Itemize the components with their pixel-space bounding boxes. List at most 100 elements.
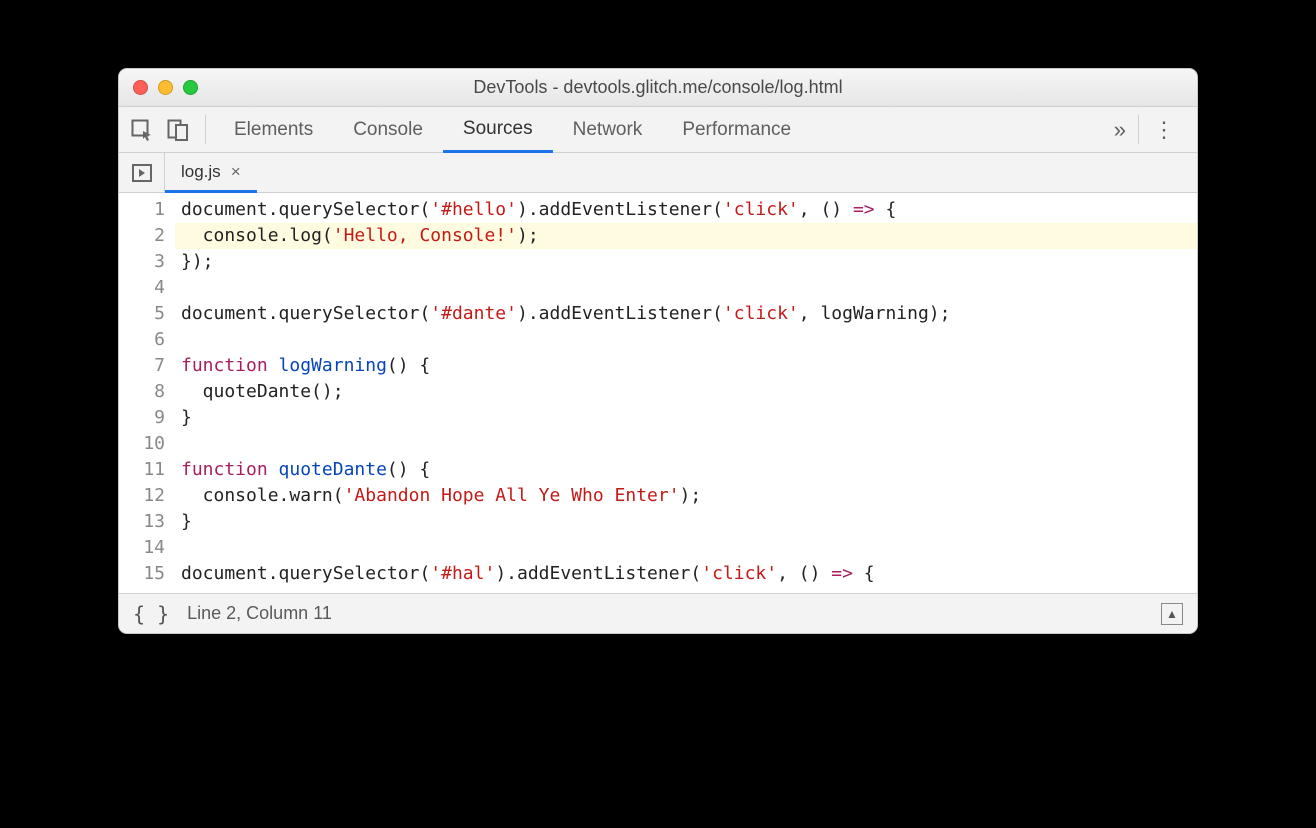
code-token: . — [268, 199, 279, 220]
toggle-drawer-button[interactable]: ▲ — [1161, 603, 1183, 625]
code-line[interactable]: function quoteDante() { — [175, 457, 1197, 483]
code-token: , () — [799, 199, 853, 220]
code-line[interactable]: quoteDante(); — [175, 379, 1197, 405]
code-line[interactable]: document.querySelector('#hal').addEventL… — [175, 561, 1197, 587]
code-token: 'Abandon Hope All Ye Who Enter' — [344, 485, 680, 506]
window-title: DevTools - devtools.glitch.me/console/lo… — [119, 77, 1197, 98]
line-number[interactable]: 6 — [119, 327, 165, 353]
file-tab-label: log.js — [181, 162, 221, 182]
line-number[interactable]: 14 — [119, 535, 165, 561]
code-line[interactable]: } — [175, 405, 1197, 431]
code-token: document — [181, 303, 268, 324]
line-number[interactable]: 8 — [119, 379, 165, 405]
panel-tab-elements[interactable]: Elements — [214, 107, 333, 152]
code-line[interactable]: console.log('Hello, Console!'); — [175, 223, 1197, 249]
navigator-pane-icon — [132, 164, 152, 182]
code-token: '#hello' — [430, 199, 517, 220]
panel-tab-console[interactable]: Console — [333, 107, 443, 152]
code-token: '#dante' — [430, 303, 517, 324]
code-token: ( — [419, 199, 430, 220]
inspect-element-icon[interactable] — [131, 119, 153, 141]
code-token: function — [181, 355, 279, 376]
code-line[interactable]: function logWarning() { — [175, 353, 1197, 379]
line-number[interactable]: 12 — [119, 483, 165, 509]
tab-label: Performance — [682, 119, 791, 141]
code-token: ). — [495, 563, 517, 584]
code-token: => — [853, 199, 875, 220]
code-token: . — [279, 225, 290, 246]
code-token: ( — [419, 303, 430, 324]
panel-tab-performance[interactable]: Performance — [662, 107, 811, 152]
zoom-window-button[interactable] — [183, 80, 198, 95]
file-tab[interactable]: log.js × — [165, 153, 257, 193]
tab-label: Console — [353, 119, 423, 141]
code-token: , logWarning); — [799, 303, 951, 324]
code-content[interactable]: document.querySelector('#hello').addEven… — [175, 193, 1197, 593]
code-token: { — [875, 199, 897, 220]
sources-file-tabs: log.js × — [119, 153, 1197, 193]
close-window-button[interactable] — [133, 80, 148, 95]
line-number[interactable]: 3 — [119, 249, 165, 275]
devtools-toolbar: Elements Console Sources Network Performance… — [119, 107, 1197, 153]
line-number[interactable]: 11 — [119, 457, 165, 483]
pretty-print-button[interactable]: { } — [133, 602, 169, 626]
titlebar[interactable]: DevTools - devtools.glitch.me/console/lo… — [119, 69, 1197, 107]
code-token: ); — [517, 225, 539, 246]
line-number[interactable]: 4 — [119, 275, 165, 301]
line-number[interactable]: 10 — [119, 431, 165, 457]
code-token: } — [181, 511, 192, 532]
code-token: console — [181, 225, 279, 246]
device-toolbar-icon[interactable] — [167, 119, 189, 141]
cursor-position: Line 2, Column 11 — [187, 603, 332, 624]
panel-tabs: Elements Console Sources Network Performance — [206, 107, 1102, 152]
line-number[interactable]: 9 — [119, 405, 165, 431]
devtools-window: DevTools - devtools.glitch.me/console/lo… — [118, 68, 1198, 634]
code-token: 'click' — [701, 563, 777, 584]
code-line[interactable]: document.querySelector('#dante').addEven… — [175, 301, 1197, 327]
code-token: . — [279, 485, 290, 506]
code-editor[interactable]: 123456789101112131415 document.querySele… — [119, 193, 1197, 593]
panel-tab-sources[interactable]: Sources — [443, 107, 553, 153]
code-line[interactable] — [175, 431, 1197, 457]
code-token: => — [831, 563, 853, 584]
code-line[interactable]: } — [175, 509, 1197, 535]
code-line[interactable]: console.warn('Abandon Hope All Ye Who En… — [175, 483, 1197, 509]
code-token: console — [181, 485, 279, 506]
line-number[interactable]: 2 — [119, 223, 165, 249]
navigator-toggle-button[interactable] — [119, 153, 165, 192]
more-vert-icon: ⋮ — [1153, 117, 1175, 143]
close-tab-icon[interactable]: × — [231, 163, 241, 180]
code-line[interactable] — [175, 275, 1197, 301]
code-token: addEventListener — [517, 563, 690, 584]
code-token: ( — [712, 303, 723, 324]
code-token: () { — [387, 459, 430, 480]
code-token: } — [181, 407, 192, 428]
more-tabs-button[interactable]: » — [1102, 107, 1138, 152]
minimize-window-button[interactable] — [158, 80, 173, 95]
panel-tab-network[interactable]: Network — [553, 107, 663, 152]
code-token: 'click' — [723, 303, 799, 324]
code-token: , () — [777, 563, 831, 584]
code-token: quoteDante(); — [181, 381, 344, 402]
code-token: 'Hello, Console!' — [333, 225, 517, 246]
code-token: log — [289, 225, 322, 246]
line-gutter[interactable]: 123456789101112131415 — [119, 193, 175, 593]
line-number[interactable]: 7 — [119, 353, 165, 379]
kebab-menu-button[interactable]: ⋮ — [1139, 107, 1189, 152]
code-token: document — [181, 563, 268, 584]
code-line[interactable]: document.querySelector('#hello').addEven… — [175, 197, 1197, 223]
code-line[interactable] — [175, 535, 1197, 561]
line-number[interactable]: 5 — [119, 301, 165, 327]
code-token: querySelector — [279, 199, 420, 220]
code-token: warn — [289, 485, 332, 506]
code-line[interactable]: }); — [175, 249, 1197, 275]
line-number[interactable]: 15 — [119, 561, 165, 587]
tab-label: Sources — [463, 118, 533, 140]
code-token: addEventListener — [539, 303, 712, 324]
line-number[interactable]: 13 — [119, 509, 165, 535]
code-token: addEventListener — [539, 199, 712, 220]
chevron-double-right-icon: » — [1114, 117, 1126, 143]
code-line[interactable] — [175, 327, 1197, 353]
line-number[interactable]: 1 — [119, 197, 165, 223]
code-token: ). — [517, 303, 539, 324]
